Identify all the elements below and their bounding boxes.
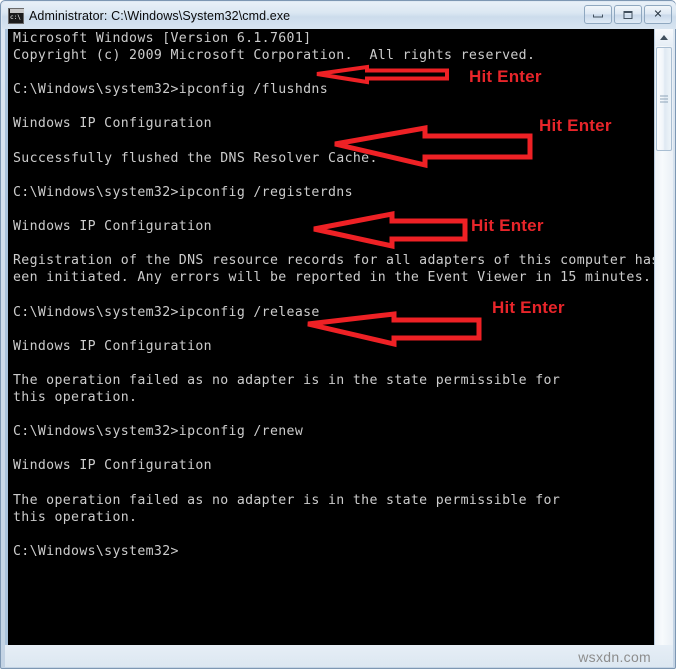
console-line: The operation failed as no adapter is in… — [13, 372, 561, 388]
console-line: C:\Windows\system32> — [13, 543, 179, 559]
scroll-up-button[interactable] — [655, 29, 673, 46]
cmd-console-icon — [8, 7, 24, 24]
console-line: Windows IP Configuration — [13, 219, 212, 235]
annotation-label-2: Hit Enter — [539, 116, 612, 135]
close-icon: ✕ — [653, 8, 663, 20]
console-line: this operation. — [13, 509, 138, 525]
cmd-window: Administrator: C:\Windows\System32\cmd.e… — [0, 0, 676, 669]
console-line: Microsoft Windows [Version 6.1.7601] — [13, 31, 312, 46]
annotation-label-1: Hit Enter — [469, 67, 542, 86]
scroll-thumb[interactable] — [656, 47, 672, 151]
console-line: Windows IP Configuration — [13, 458, 212, 474]
vertical-scrollbar[interactable] — [654, 29, 673, 666]
window-bottom-edge — [5, 645, 673, 667]
console-line: C:\Windows\system32>ipconfig /registerdn… — [13, 184, 353, 200]
title-bar[interactable]: Administrator: C:\Windows\System32\cmd.e… — [2, 2, 676, 29]
console-line: Windows IP Configuration — [13, 338, 212, 354]
annotation-label-4: Hit Enter — [492, 298, 565, 317]
console-line: Registration of the DNS resource records… — [13, 253, 654, 269]
scroll-up-arrow-icon — [660, 35, 668, 40]
console-line: een initiated. Any errors will be report… — [13, 270, 652, 286]
close-button[interactable]: ✕ — [644, 5, 672, 24]
console-line: Successfully flushed the DNS Resolver Ca… — [13, 150, 378, 166]
console-text-lines: Microsoft Windows [Version 6.1.7601] Copy… — [13, 30, 654, 560]
minimize-icon — [593, 14, 603, 18]
maximize-button[interactable] — [614, 5, 642, 24]
console-line: this operation. — [13, 389, 138, 405]
maximize-icon — [623, 10, 633, 19]
minimize-button[interactable] — [584, 5, 612, 24]
annotation-label-3: Hit Enter — [471, 216, 544, 235]
console-line: The operation failed as no adapter is in… — [13, 492, 561, 508]
window-title: Administrator: C:\Windows\System32\cmd.e… — [29, 8, 291, 23]
scroll-thumb-grip-icon — [660, 95, 668, 103]
console-line: C:\Windows\system32>ipconfig /renew — [13, 424, 304, 440]
window-controls: ✕ — [584, 5, 672, 24]
console-line: Copyright (c) 2009 Microsoft Corporation… — [13, 48, 536, 64]
watermark: wsxdn.com — [578, 649, 651, 665]
console-line: C:\Windows\system32>ipconfig /flushdns — [13, 82, 329, 98]
